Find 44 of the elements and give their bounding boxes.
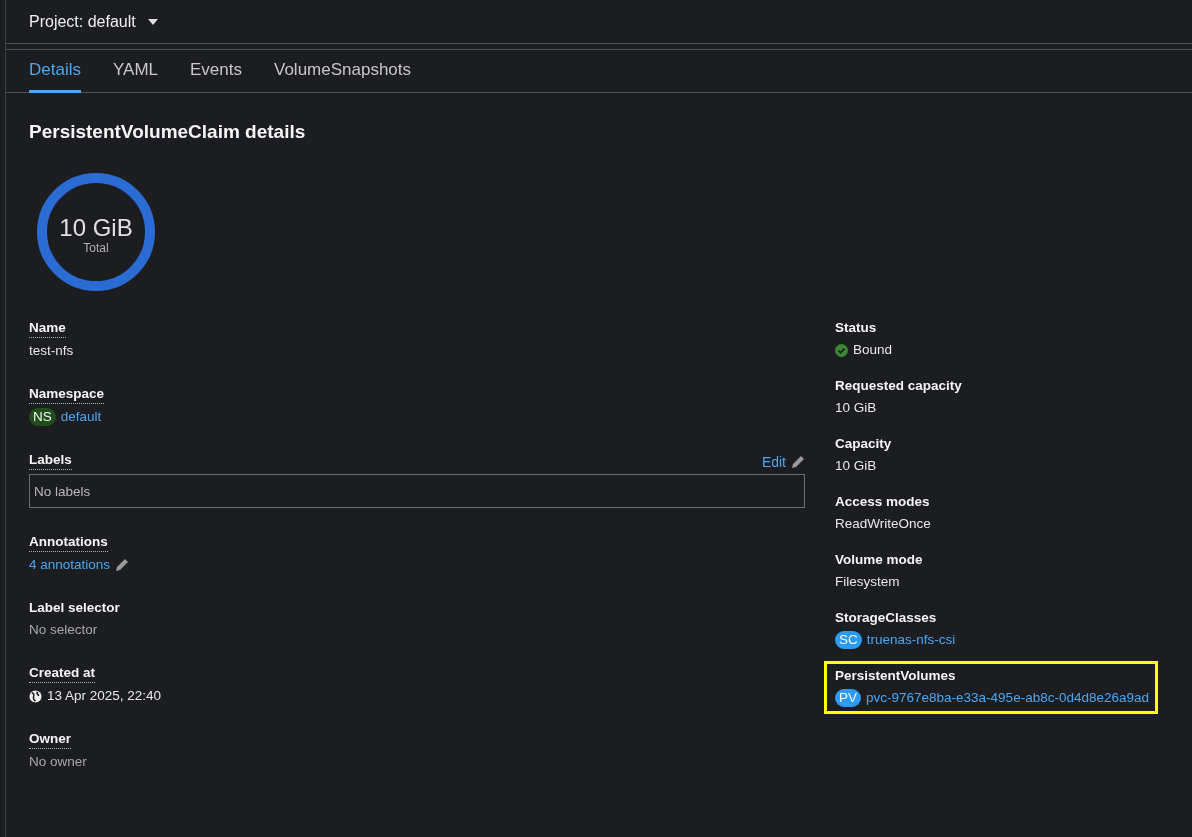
field-value: Filesystem [835, 573, 901, 591]
field-label: Label selector [29, 599, 120, 617]
field-value: ReadWriteOnce [835, 515, 931, 533]
resource-badge: NS [29, 408, 56, 426]
pencil-icon [115, 558, 130, 572]
field-value: No selector [29, 621, 99, 639]
field-value: 10 GiB [835, 457, 878, 475]
resource-link[interactable]: truenas-nfs-csi [866, 631, 956, 649]
globe-icon [29, 689, 42, 703]
resource-badge: SC [835, 631, 862, 649]
field-label[interactable]: Owner [29, 730, 71, 749]
pencil-icon [791, 455, 805, 469]
field-label[interactable]: Namespace [29, 385, 105, 404]
edit-link[interactable]: Edit [761, 454, 805, 470]
project-dropdown[interactable]: Project: default [29, 12, 158, 31]
field-label: Volume mode [835, 551, 923, 569]
field-label: StorageClasses [835, 609, 938, 627]
tab[interactable]: YAML [112, 50, 158, 93]
field-label: Status [835, 319, 878, 337]
labels-field[interactable]: No labels [29, 474, 805, 508]
field-label[interactable]: Labels [29, 451, 72, 470]
field-value: test-nfs [29, 342, 75, 360]
field-value: 10 GiB [835, 399, 878, 417]
resource-link[interactable]: pvc-9767e8ba-e33a-495e-ab8c-0d4d8e26a9ad [866, 689, 1149, 707]
field-label[interactable]: Created at [29, 664, 96, 683]
field-label: PersistentVolumes [835, 667, 957, 685]
field-value: No owner [29, 753, 88, 771]
tab[interactable]: VolumeSnapshots [274, 50, 412, 93]
field-value: Bound [853, 341, 893, 359]
field-label: Requested capacity [835, 377, 962, 395]
resource-badge: PV [835, 689, 861, 707]
caret-icon [147, 18, 158, 25]
tab[interactable]: Details [29, 50, 81, 93]
field-label[interactable]: Annotations [29, 533, 108, 552]
field-label: Access modes [835, 493, 931, 511]
check-circle-icon [835, 343, 848, 357]
resource-link[interactable]: default [60, 408, 102, 426]
field-value: 13 Apr 2025, 22:40 [47, 687, 162, 705]
tab[interactable]: Events [190, 50, 242, 93]
field-label[interactable]: Name [29, 319, 66, 338]
capacity-donut-chart: 10 GiB Total [35, 171, 157, 293]
section-title: PersistentVolumeClaim details [29, 121, 307, 143]
field-label: Capacity [835, 435, 892, 453]
annotations-link[interactable]: 4 annotations [29, 556, 111, 574]
